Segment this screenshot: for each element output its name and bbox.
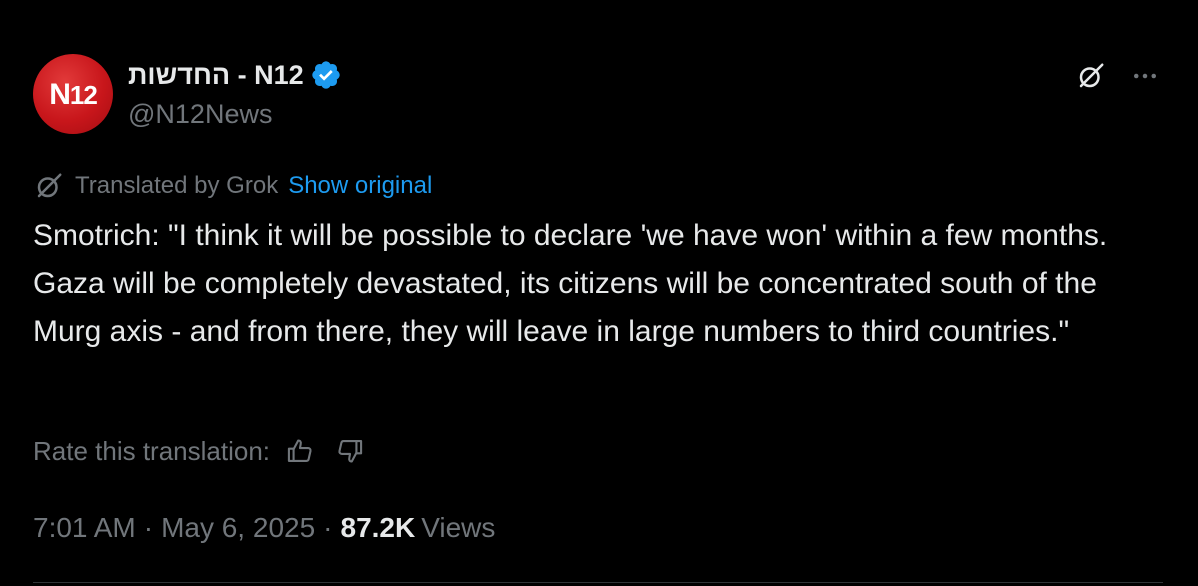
show-original-link[interactable]: Show original bbox=[288, 172, 432, 200]
more-dots-icon[interactable] bbox=[1127, 58, 1163, 94]
rate-translation-label: Rate this translation: bbox=[33, 435, 271, 466]
grok-icon bbox=[33, 170, 65, 202]
verified-badge-icon[interactable] bbox=[310, 59, 342, 91]
tweet-meta: 7:01 AM · May 6, 2025 · 87.2K Views bbox=[33, 508, 495, 548]
views-count[interactable]: 87.2K bbox=[341, 512, 416, 544]
tweet-date[interactable]: May 6, 2025 bbox=[161, 512, 315, 544]
avatar-logo-text: N12 bbox=[49, 78, 98, 111]
thumbs-up-icon[interactable] bbox=[284, 435, 316, 467]
display-name[interactable]: החדשות - N12 bbox=[128, 60, 304, 91]
grok-icon[interactable] bbox=[1073, 58, 1109, 94]
tweet-time[interactable]: 7:01 AM bbox=[33, 512, 136, 544]
author-name-row: החדשות - N12 bbox=[128, 58, 342, 92]
tweet-text: Smotrich: "I think it will be possible t… bbox=[33, 219, 1108, 348]
divider bbox=[33, 582, 1163, 583]
translation-notice: Translated by Grok Show original bbox=[33, 170, 432, 202]
meta-separator: · bbox=[143, 512, 154, 543]
handle[interactable]: @N12News bbox=[128, 99, 272, 130]
translated-by-label: Translated by Grok bbox=[75, 172, 279, 199]
views-label[interactable]: Views bbox=[421, 512, 495, 544]
tweet: N12 החדשות - N12 @N12News Translated by … bbox=[0, 0, 1198, 586]
rate-translation: Rate this translation: bbox=[33, 432, 366, 470]
thumbs-down-icon[interactable] bbox=[334, 435, 366, 467]
avatar[interactable]: N12 bbox=[33, 54, 113, 134]
meta-separator: · bbox=[323, 512, 333, 543]
